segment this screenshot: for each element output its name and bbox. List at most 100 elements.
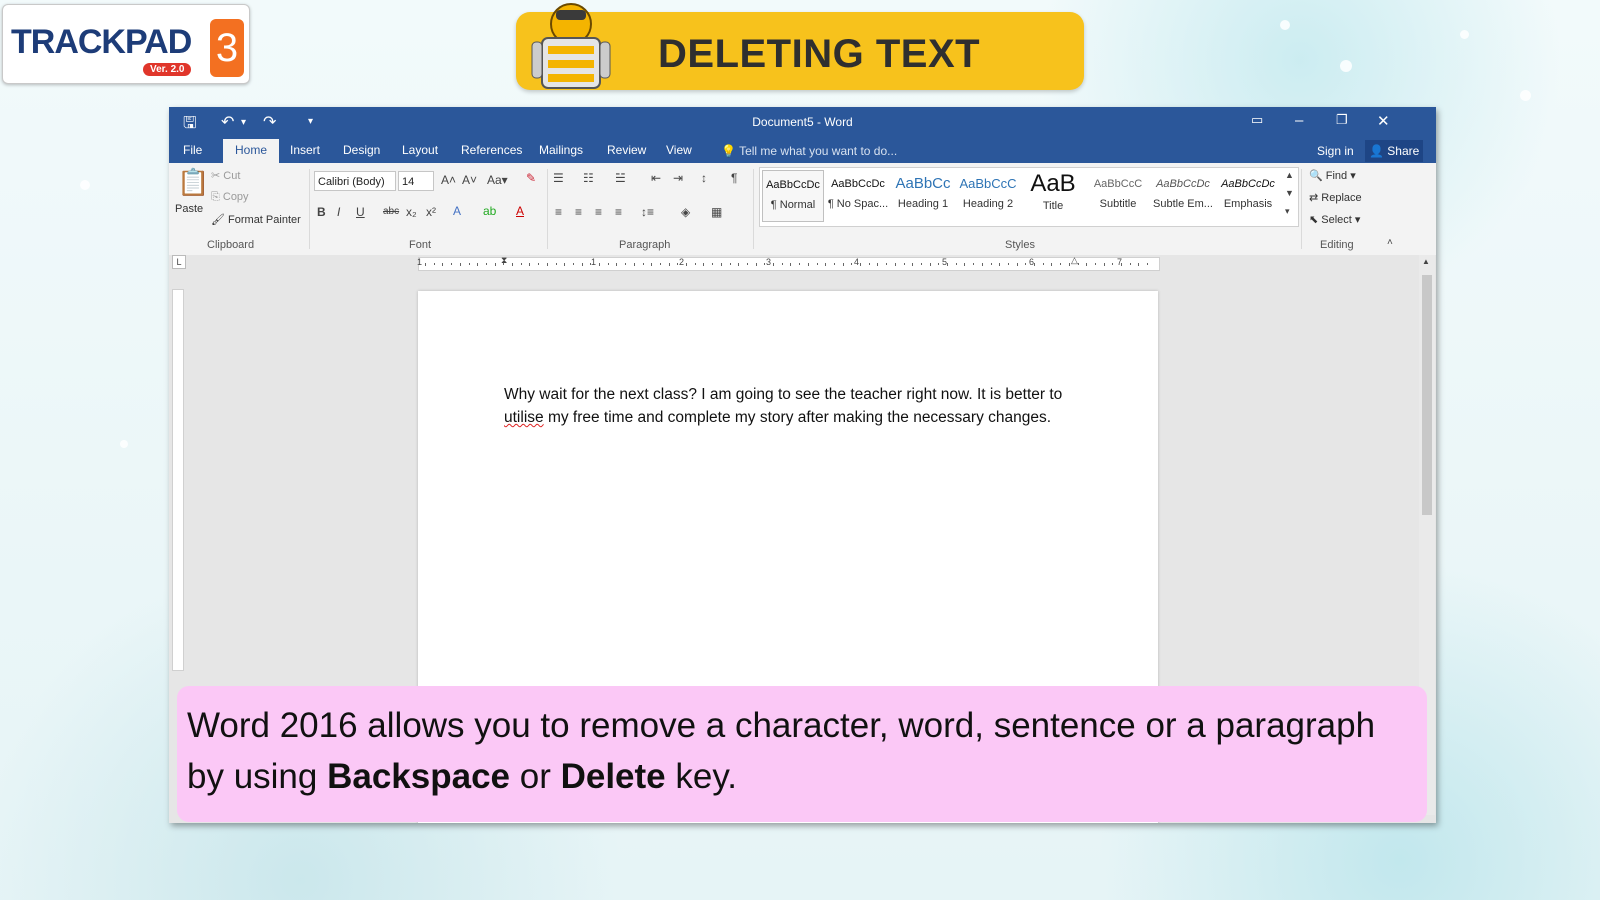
shrink-font-icon[interactable]: A˅	[462, 173, 477, 187]
ruler-tick	[886, 263, 888, 265]
replace-button[interactable]: ⇄ Replace	[1309, 191, 1362, 204]
style-title[interactable]: AaB Title	[1022, 170, 1084, 222]
style-subtitle[interactable]: AaBbCcC Subtitle	[1087, 170, 1149, 222]
copy-button[interactable]: ⎘ Copy	[211, 191, 249, 204]
share-button[interactable]: 👤 Share	[1365, 140, 1423, 162]
style-normal[interactable]: AaBbCcDc ¶ Normal	[762, 170, 824, 222]
increase-indent-icon[interactable]: ⇥	[673, 171, 683, 185]
scrollbar-thumb[interactable]	[1422, 275, 1432, 515]
ruler-tick	[920, 263, 922, 265]
ruler-tick	[659, 263, 661, 265]
horizontal-ruler[interactable]: 1 1 2 3 4 5 6 7 ⧗ △	[417, 255, 1160, 271]
ruler-tick	[1094, 263, 1096, 265]
align-right-icon[interactable]: ≡	[595, 205, 602, 219]
tab-references[interactable]: References	[461, 143, 522, 157]
tab-layout[interactable]: Layout	[402, 143, 438, 157]
collapse-ribbon-icon[interactable]: ˄	[1387, 237, 1393, 248]
minimize-icon[interactable]: –	[1295, 112, 1303, 129]
styles-more-icon[interactable]: ▾	[1285, 206, 1290, 217]
styles-scroll-down-icon[interactable]: ▼	[1285, 188, 1294, 198]
format-painter-label: Format Painter	[228, 214, 301, 226]
change-case-icon[interactable]: Aa▾	[487, 173, 508, 187]
tab-design[interactable]: Design	[343, 143, 380, 157]
logo-version: Ver. 2.0	[143, 63, 192, 76]
style-heading-1[interactable]: AaBbCc Heading 1	[892, 170, 954, 222]
ruler-tick	[485, 263, 487, 265]
misspelled-word[interactable]: utilise	[504, 409, 544, 426]
background-dot	[80, 180, 90, 190]
restore-icon[interactable]: ❐	[1336, 112, 1348, 128]
tab-mailings[interactable]: Mailings	[539, 143, 583, 157]
format-painter-button[interactable]: 🖌 Format Painter	[211, 213, 301, 226]
strikethrough-icon[interactable]: abc	[383, 206, 399, 217]
clipboard-group-label: Clipboard	[207, 239, 255, 251]
ruler-tick	[842, 263, 844, 266]
copy-label: Copy	[222, 191, 249, 203]
find-button[interactable]: 🔍 Find ▾	[1309, 169, 1356, 182]
style-preview: AaB	[1030, 170, 1076, 197]
decrease-indent-icon[interactable]: ⇤	[651, 171, 661, 185]
tab-selector[interactable]: L	[172, 255, 186, 269]
cursor-icon: ⬉	[1309, 214, 1319, 226]
bullets-icon[interactable]: ☰	[553, 171, 564, 185]
paste-button[interactable]: Paste	[175, 203, 203, 215]
borders-icon[interactable]: ▦	[711, 205, 722, 219]
align-left-icon[interactable]: ≡	[555, 205, 562, 219]
ruler-tick	[1016, 263, 1018, 266]
bold-icon[interactable]: B	[317, 205, 326, 219]
select-button[interactable]: ⬉ Select ▾	[1309, 213, 1360, 226]
justify-icon[interactable]: ≡	[615, 205, 622, 219]
tab-home[interactable]: Home	[223, 139, 280, 163]
numbering-icon[interactable]: ☷	[583, 171, 594, 185]
ruler-tick	[442, 263, 444, 266]
paste-icon[interactable]: 📋	[177, 167, 209, 198]
clear-formatting-icon[interactable]: ✎	[526, 171, 536, 185]
scroll-up-icon[interactable]: ▲	[1422, 257, 1430, 266]
cut-button[interactable]: ✂ Cut	[211, 169, 240, 182]
sign-in-link[interactable]: Sign in	[1317, 144, 1354, 158]
vertical-ruler[interactable]	[172, 289, 184, 671]
ruler-tick	[755, 263, 757, 266]
line-spacing-icon[interactable]: ↕≡	[641, 205, 654, 219]
tab-file[interactable]: File	[183, 143, 202, 157]
ruler-tick	[781, 263, 783, 265]
align-center-icon[interactable]: ≡	[575, 205, 582, 219]
trackpad-logo: TRACKPAD 3 Ver. 2.0	[2, 4, 250, 84]
ruler-tick	[877, 263, 879, 266]
ruler-tick	[981, 263, 983, 266]
show-formatting-icon[interactable]: ¶	[731, 171, 737, 185]
background-dot	[1280, 20, 1290, 30]
tab-view[interactable]: View	[666, 143, 692, 157]
ruler-tick	[990, 263, 992, 265]
font-name-box[interactable]: Calibri (Body)	[314, 171, 396, 191]
shading-icon[interactable]: ◈	[681, 205, 690, 219]
style-heading-2[interactable]: AaBbCcC Heading 2	[957, 170, 1019, 222]
text-effects-icon[interactable]: A	[453, 204, 461, 218]
grow-font-icon[interactable]: A˄	[441, 173, 456, 187]
style-no-spacing[interactable]: AaBbCcDc ¶ No Spac...	[827, 170, 889, 222]
multilevel-list-icon[interactable]: ☱	[615, 171, 626, 185]
ruler-tick	[1051, 263, 1053, 266]
font-color-icon[interactable]: A	[516, 204, 524, 218]
style-preview: AaBbCcC	[1093, 178, 1143, 190]
ruler-tick	[746, 263, 748, 265]
font-size-box[interactable]: 14	[398, 171, 434, 191]
document-body[interactable]: Why wait for the next class? I am going …	[504, 383, 1124, 429]
ruler-tick	[555, 263, 557, 265]
style-emphasis[interactable]: AaBbCcDc Emphasis	[1217, 170, 1279, 222]
superscript-icon[interactable]: x²	[426, 205, 436, 219]
sort-icon[interactable]: ↕	[701, 171, 707, 185]
styles-scroll-up-icon[interactable]: ▲	[1285, 170, 1294, 180]
underline-icon[interactable]: U	[356, 205, 365, 219]
subscript-icon[interactable]: x₂	[406, 205, 417, 219]
tab-insert[interactable]: Insert	[290, 143, 320, 157]
close-icon[interactable]: ✕	[1377, 112, 1390, 130]
ruler-tick	[546, 263, 548, 266]
italic-icon[interactable]: I	[337, 205, 340, 219]
tell-me-box[interactable]: 💡 Tell me what you want to do...	[721, 144, 897, 158]
style-subtle-emphasis[interactable]: AaBbCcDc Subtle Em...	[1152, 170, 1214, 222]
style-name: ¶ Normal	[770, 199, 816, 211]
tab-review[interactable]: Review	[607, 143, 646, 157]
ribbon-display-options-icon[interactable]: ▭	[1251, 112, 1263, 128]
highlight-icon[interactable]: ab	[483, 204, 496, 218]
